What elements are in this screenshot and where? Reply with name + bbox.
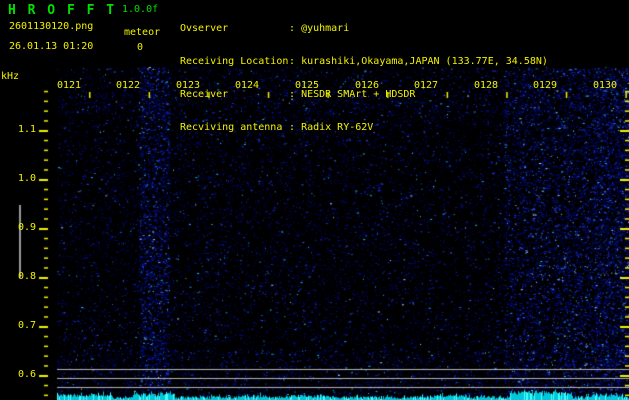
info-value: Radix RY-62V (301, 122, 374, 133)
filename-label: 2601130120.png (9, 21, 94, 32)
y-axis-label: 0.7 (17, 320, 36, 331)
y-axis-label: 0.6 (17, 369, 36, 380)
x-axis-label: 0124 (234, 80, 260, 91)
x-axis-label: 0127 (413, 80, 439, 91)
y-axis-label: 0.9 (17, 222, 36, 233)
info-label: Recviving antenna (180, 122, 283, 133)
info-label: Ovserver (180, 23, 229, 34)
hrofft-window: H R O F F T 1.0.0f 2601130120.png meteor… (0, 0, 629, 400)
info-label: Receiver (180, 89, 229, 100)
info-row: Receiver: NESDR SMArt + HDSDR (180, 90, 548, 103)
x-axis-label: 0125 (294, 80, 320, 91)
version-label: 1.0.0f (122, 4, 159, 15)
x-axis-label: 0128 (473, 80, 499, 91)
y-axis-unit-label: kHz (1, 71, 20, 82)
info-separator: : (289, 122, 296, 133)
meteor-count-value: 0 (136, 42, 144, 53)
info-value: @yuhmari (301, 23, 350, 34)
x-axis-label: 0130 (592, 80, 618, 91)
y-axis-label: 1.0 (17, 173, 36, 184)
info-label: Receiving Location (180, 56, 289, 67)
info-row: Ovserver: @yuhmari (180, 24, 548, 37)
info-value: kurashiki,Okayama,JAPAN (133.77E, 34.58N… (301, 56, 548, 67)
y-axis-label: 1.1 (17, 124, 36, 135)
datetime-label: 26.01.13 01:20 (9, 41, 94, 52)
x-axis-label: 0122 (115, 80, 141, 91)
x-axis-label: 0129 (532, 80, 558, 91)
info-row: Recviving antenna: Radix RY-62V (180, 123, 548, 136)
info-separator: : (289, 23, 296, 34)
info-row: Receiving Location: kurashiki,Okayama,JA… (180, 57, 548, 70)
y-axis-label: 0.8 (17, 271, 36, 282)
x-axis-label: 0121 (56, 80, 82, 91)
meteor-count-label: meteor (124, 27, 161, 38)
x-axis-label: 0123 (175, 80, 201, 91)
info-separator: : (289, 56, 296, 67)
x-axis-label: 0126 (354, 80, 380, 91)
app-title: H R O F F T (8, 3, 117, 18)
